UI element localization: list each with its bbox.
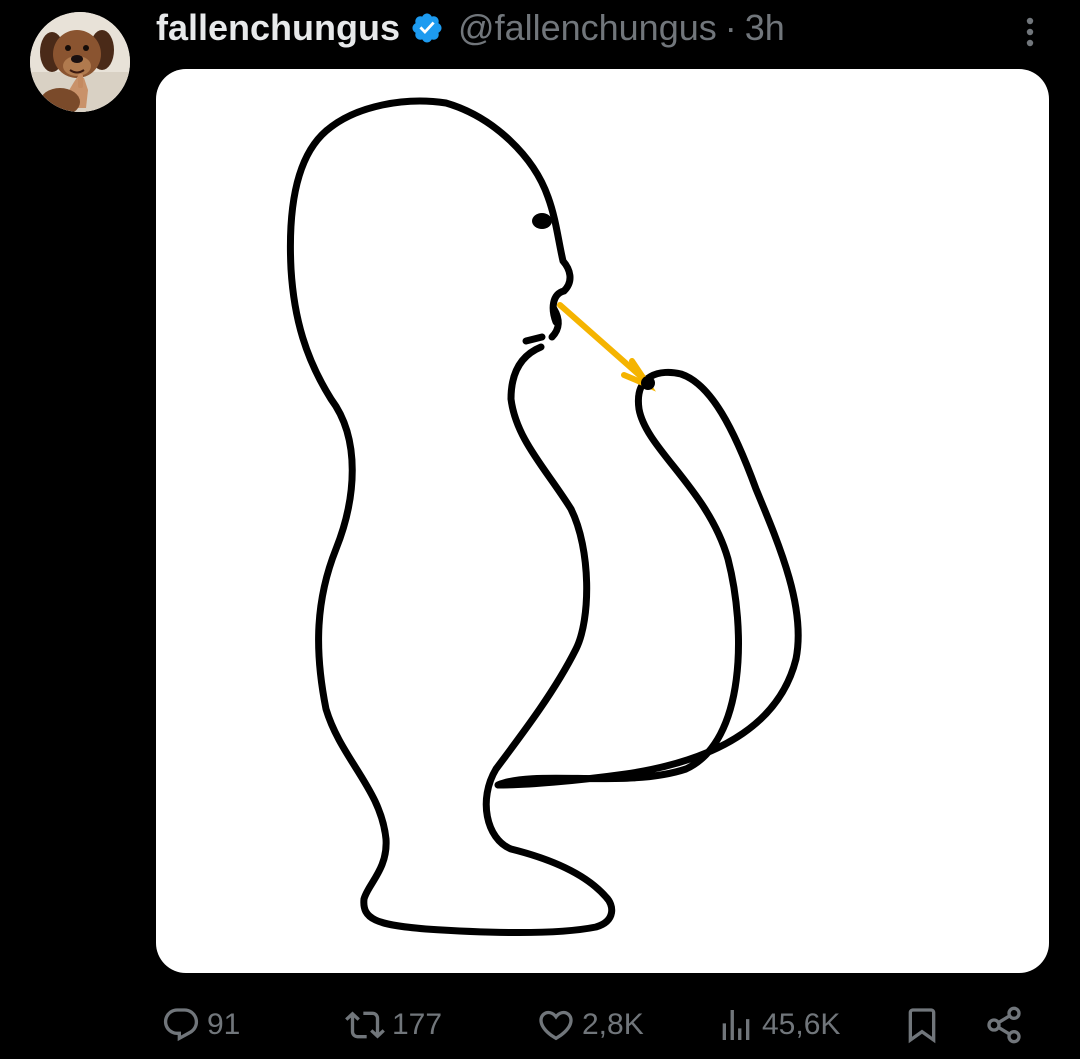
like-count: 2,8K bbox=[582, 1008, 644, 1041]
repost-icon bbox=[345, 1011, 385, 1039]
views-button[interactable]: 45,6K bbox=[716, 1000, 840, 1050]
repost-button[interactable]: 177 bbox=[344, 1000, 442, 1050]
hand-drawn-figure-image bbox=[286, 97, 802, 936]
post-header: fallenchungus @fallenchungus · 3h bbox=[156, 4, 785, 52]
post-media[interactable] bbox=[156, 69, 1049, 973]
separator-dot: · bbox=[724, 7, 737, 48]
action-bar: 91 177 2,8K 45,6K bbox=[156, 1000, 1036, 1050]
heart-icon bbox=[539, 1010, 573, 1041]
share-button[interactable] bbox=[984, 1000, 1024, 1050]
timestamp[interactable]: 3h bbox=[745, 7, 785, 49]
like-button[interactable]: 2,8K bbox=[536, 1000, 644, 1050]
bookmark-icon bbox=[908, 1008, 936, 1044]
reply-count: 91 bbox=[207, 1008, 241, 1041]
reply-button[interactable]: 91 bbox=[161, 1000, 240, 1050]
avatar[interactable] bbox=[30, 12, 130, 112]
display-name[interactable]: fallenchungus bbox=[156, 7, 400, 49]
views-bar-chart-icon bbox=[722, 1010, 750, 1040]
repost-count: 177 bbox=[392, 1008, 443, 1041]
share-icon bbox=[987, 1006, 1021, 1044]
handle[interactable]: @fallenchungus bbox=[458, 7, 717, 49]
views-count: 45,6K bbox=[762, 1008, 841, 1041]
more-options-icon[interactable] bbox=[1016, 12, 1044, 52]
dog-photo-avatar-icon bbox=[30, 12, 130, 112]
bookmark-button[interactable] bbox=[902, 1000, 942, 1050]
verified-badge-icon[interactable] bbox=[410, 11, 444, 45]
reply-icon bbox=[163, 1008, 199, 1042]
